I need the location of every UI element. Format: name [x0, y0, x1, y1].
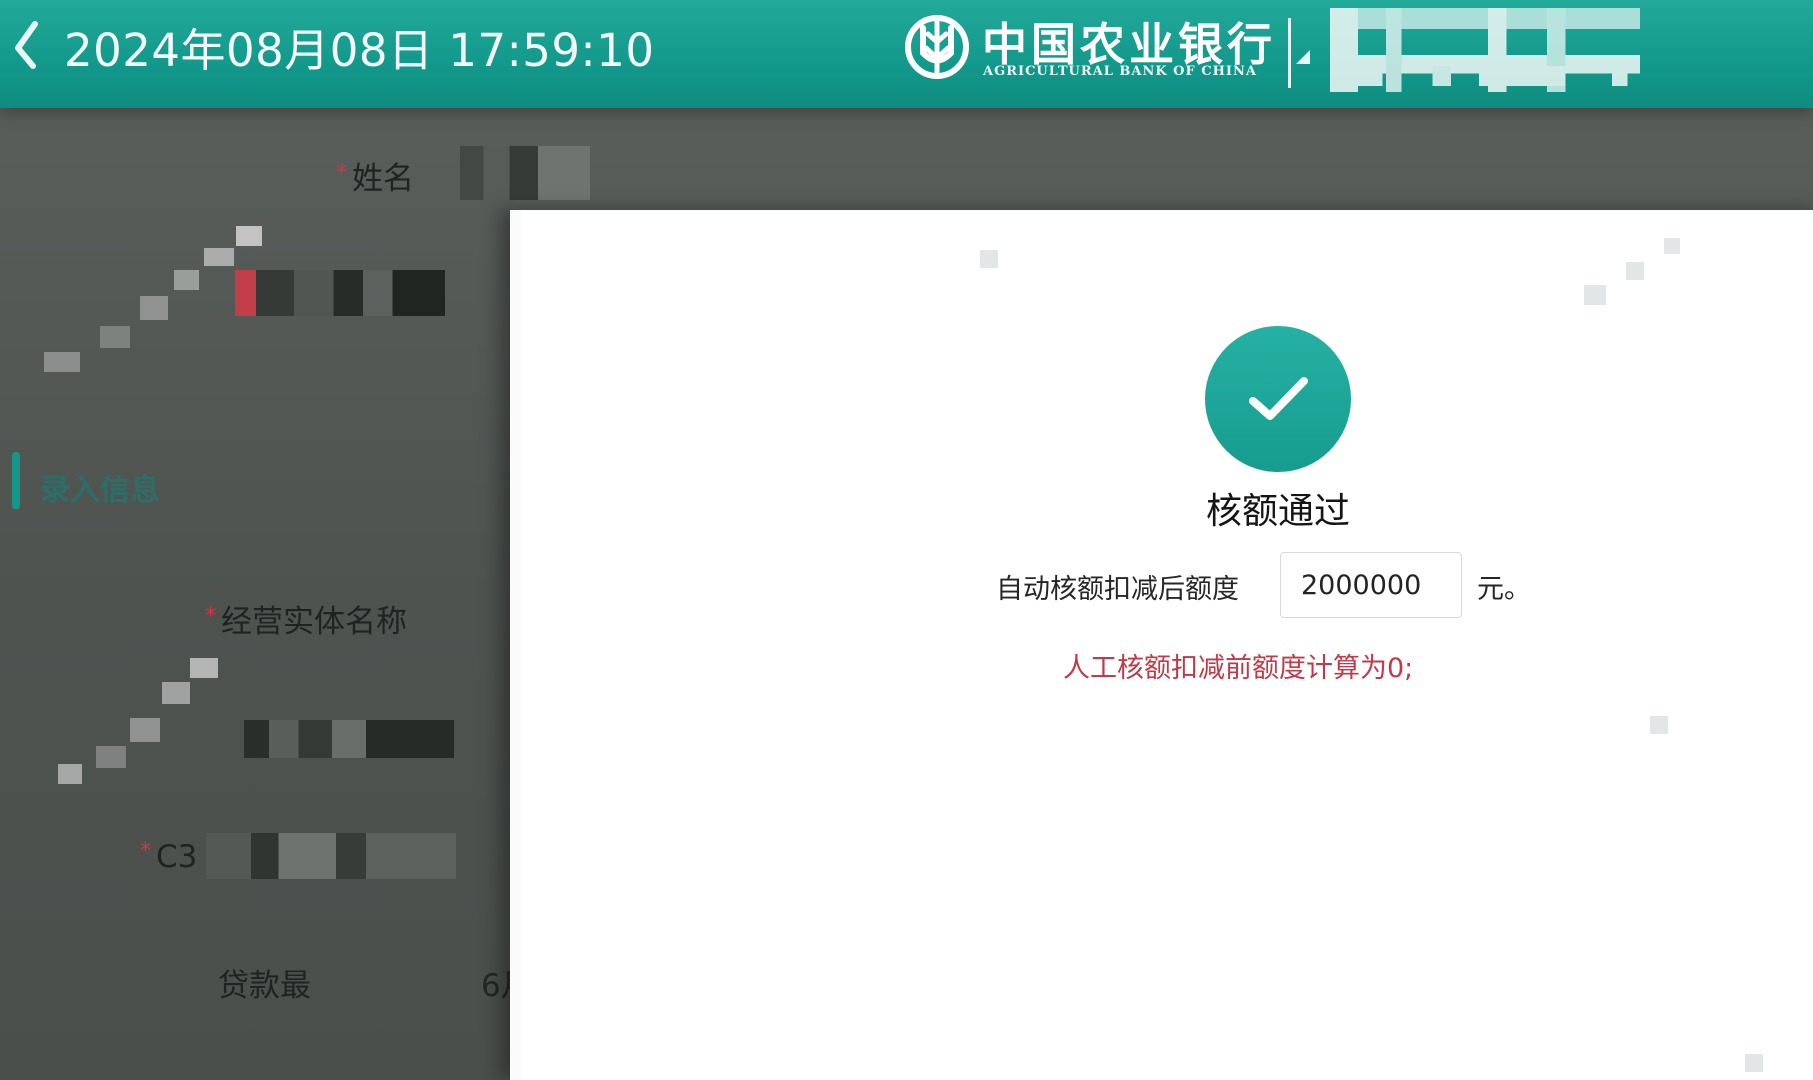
- header-divider-tick: [1296, 50, 1310, 64]
- required-star: *: [336, 161, 347, 186]
- bank-logo-icon: [905, 15, 969, 79]
- form-field-name: * 姓名: [336, 161, 414, 197]
- required-star: *: [205, 604, 216, 629]
- check-circle-icon: [1205, 326, 1351, 472]
- dialog-noise-mark: [1584, 285, 1606, 305]
- section-indicator: [12, 452, 20, 509]
- redacted-header-info: [1330, 8, 1640, 92]
- checkmark-icon: [1249, 377, 1308, 420]
- auto-amount-input[interactable]: [1280, 552, 1462, 618]
- amount-unit: 元。: [1477, 574, 1531, 605]
- redacted-form-value: [235, 270, 445, 316]
- required-star: *: [140, 839, 151, 864]
- background-form: * 姓名 录入信息 * 经营实体名称 * C3 贷款最 6月: [0, 108, 590, 1080]
- auto-amount-label: 自动核额扣减后额度: [996, 574, 1239, 605]
- top-header: 2024年08月08日 17:59:10 中国农业银行 AGRICULTURAL…: [0, 0, 1813, 108]
- redacted-section-decoration: [44, 226, 262, 458]
- bank-name-en: AGRICULTURAL BANK OF CHINA: [983, 64, 1257, 79]
- mobile-banking-screen: 2024年08月08日 17:59:10 中国农业银行 AGRICULTURAL…: [0, 0, 1813, 1080]
- redacted-name-value: [460, 146, 590, 200]
- form-field-c3: * C3: [140, 839, 198, 875]
- header-datetime: 2024年08月08日 17:59:10: [64, 24, 655, 77]
- dialog-noise-mark: [1664, 238, 1680, 254]
- redacted-c3-value: [206, 833, 456, 879]
- amount-result-dialog: 核额通过 自动核额扣减后额度 元。 人工核额扣减前额度计算为0;: [510, 210, 1813, 1080]
- dialog-noise-mark: [1626, 262, 1644, 280]
- header-divider: [1288, 18, 1291, 88]
- dialog-noise-mark: [1745, 1054, 1763, 1072]
- manual-amount-note: 人工核额扣减前额度计算为0;: [1063, 653, 1414, 684]
- dialog-noise-mark: [980, 250, 998, 268]
- approval-status-title: 核额通过: [1205, 491, 1350, 532]
- form-field-entity-name: * 经营实体名称: [205, 604, 407, 640]
- form-field-loan-max: 贷款最: [218, 968, 311, 1004]
- chevron-left-icon[interactable]: [8, 18, 42, 70]
- dialog-noise-mark: [1650, 716, 1668, 734]
- section-title: 录入信息: [40, 473, 160, 508]
